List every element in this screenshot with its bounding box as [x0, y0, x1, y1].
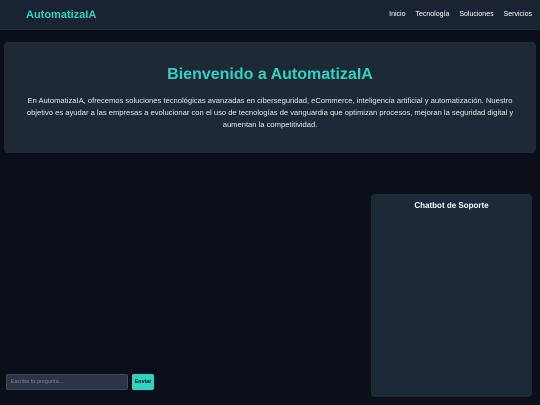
hero-description: En AutomatizaIA, ofrecemos soluciones te… — [26, 96, 514, 129]
top-navbar: AutomatizaIA Inicio Tecnología Solucione… — [0, 0, 540, 30]
nav-link-inicio[interactable]: Inicio — [389, 11, 405, 18]
brand-logo[interactable]: AutomatizaIA — [26, 9, 96, 21]
hero-title: Bienvenido a AutomatizaIA — [167, 66, 373, 83]
nav-link-servicios[interactable]: Servicios — [504, 11, 532, 18]
chatbot-panel: Chatbot de Soporte — [371, 194, 532, 397]
hero-section: Bienvenido a AutomatizaIA En AutomatizaI… — [4, 42, 536, 153]
nav-link-soluciones[interactable]: Soluciones — [459, 11, 493, 18]
chat-messages-area[interactable] — [377, 216, 526, 364]
main-nav: Inicio Tecnología Soluciones Servicios — [389, 11, 532, 18]
chatbot-title: Chatbot de Soporte — [414, 201, 489, 210]
nav-link-tecnologia[interactable]: Tecnología — [415, 11, 449, 18]
send-button[interactable]: Enviar — [132, 374, 154, 390]
chat-question-input[interactable] — [6, 374, 128, 390]
